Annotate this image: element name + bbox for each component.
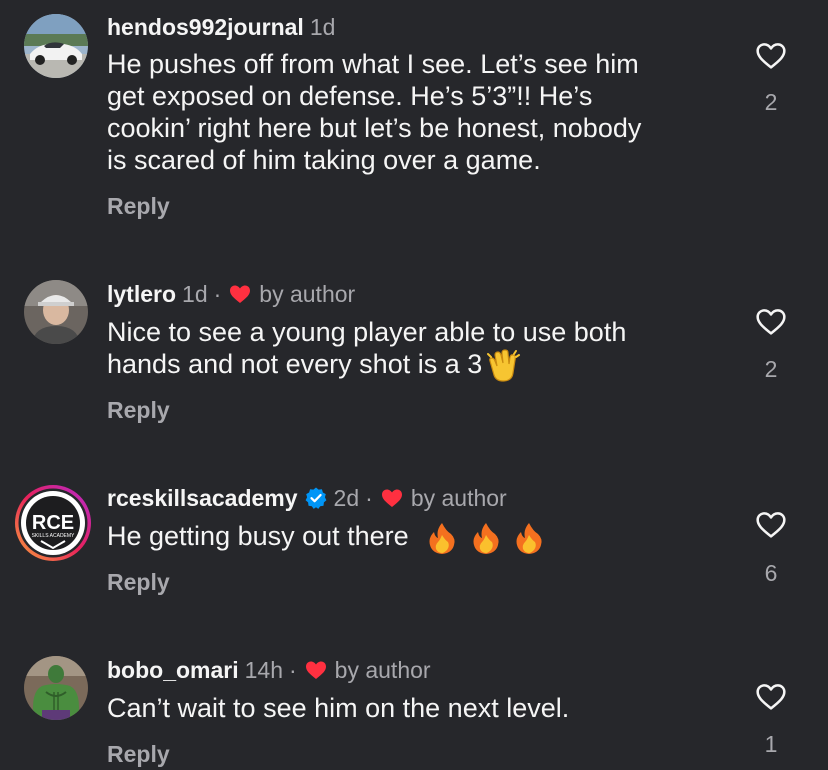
like-button[interactable]	[752, 509, 790, 541]
comment-line: Nice to see a young player able to use b…	[107, 317, 627, 347]
comment-text: He pushes off from what I see. Let’s see…	[107, 48, 727, 176]
heart-outline-icon	[756, 512, 786, 538]
reply-button[interactable]: Reply	[107, 397, 170, 424]
username[interactable]: bobo_omari	[107, 655, 239, 685]
username[interactable]: lytlero	[107, 279, 176, 309]
comment-header: hendos992journal 1d	[107, 12, 335, 42]
comment-time: 1d	[182, 281, 208, 307]
like-count: 2	[764, 89, 778, 115]
avatar[interactable]	[24, 656, 88, 720]
logo-text: RCE	[32, 512, 74, 534]
like-button[interactable]	[752, 306, 790, 338]
comment-text: Can’t wait to see him on the next level.	[107, 692, 727, 724]
reply-button[interactable]: Reply	[107, 741, 170, 768]
hulk-avatar-image	[24, 656, 88, 720]
author-liked-heart-icon	[381, 489, 402, 507]
comment-line: Can’t wait to see him on the next level.	[107, 693, 570, 723]
by-author-label: by author	[259, 281, 356, 307]
clapping-hands-icon	[487, 349, 521, 382]
comment-line-text: He getting busy out there	[107, 521, 409, 551]
by-author-label: by author	[334, 657, 431, 683]
comment-text: He getting busy out there	[107, 520, 727, 555]
comment-header: bobo_omari 14h · by author	[107, 655, 431, 685]
author-liked-heart-icon	[305, 661, 326, 679]
verified-badge-icon	[305, 487, 326, 509]
reply-button[interactable]: Reply	[107, 569, 170, 596]
avatar[interactable]: RCE SKILLS ACADEMY	[14, 484, 92, 562]
author-liked-heart-icon	[230, 285, 251, 303]
comment-header: rceskillsacademy 2d · by author	[107, 483, 507, 513]
separator-dot: ·	[365, 485, 373, 511]
car-avatar-image	[24, 14, 88, 78]
comment-line: He pushes off from what I see. Let’s see…	[107, 49, 639, 79]
avatar[interactable]	[24, 280, 88, 344]
comment-time: 2d	[333, 485, 360, 511]
separator-dot: ·	[289, 657, 297, 683]
like-count: 1	[764, 731, 778, 757]
heart-outline-icon	[756, 309, 786, 335]
comment-time: 14h	[244, 657, 283, 683]
username[interactable]: rceskillsacademy	[107, 483, 298, 513]
avatar[interactable]	[24, 14, 88, 78]
like-count: 6	[764, 560, 778, 586]
comment-time: 1d	[309, 14, 336, 40]
comment-line: cookin’ right here but let’s be honest, …	[107, 113, 642, 143]
like-button[interactable]	[752, 681, 790, 713]
fire-icon	[473, 522, 499, 554]
like-count: 2	[764, 356, 778, 382]
heart-outline-icon	[756, 43, 786, 69]
fire-icon	[429, 522, 455, 554]
by-author-label: by author	[410, 485, 507, 511]
comment-text: Nice to see a young player able to use b…	[107, 316, 727, 383]
comment-line: is scared of him taking over a game.	[107, 145, 541, 175]
comment-line-text: hands and not every shot is a 3	[107, 349, 483, 379]
comment-line: get exposed on defense. He’s 5’3”!! He’s	[107, 81, 593, 111]
comment-line: He getting busy out there	[107, 520, 727, 555]
separator-dot: ·	[213, 281, 222, 307]
comment-header: lytlero 1d · by author	[107, 279, 355, 309]
academy-logo-avatar: RCE SKILLS ACADEMY	[15, 485, 91, 561]
reply-button[interactable]: Reply	[107, 193, 170, 220]
comments-feed: hendos992journal 1d He pushes off from w…	[0, 0, 828, 770]
heart-outline-icon	[756, 684, 786, 710]
person-avatar-image	[24, 280, 88, 344]
like-button[interactable]	[752, 40, 790, 72]
fire-icon	[516, 522, 542, 554]
comment-line: hands and not every shot is a 3	[107, 348, 727, 383]
logo-subtext: SKILLS ACADEMY	[32, 533, 75, 539]
username[interactable]: hendos992journal	[107, 12, 304, 42]
